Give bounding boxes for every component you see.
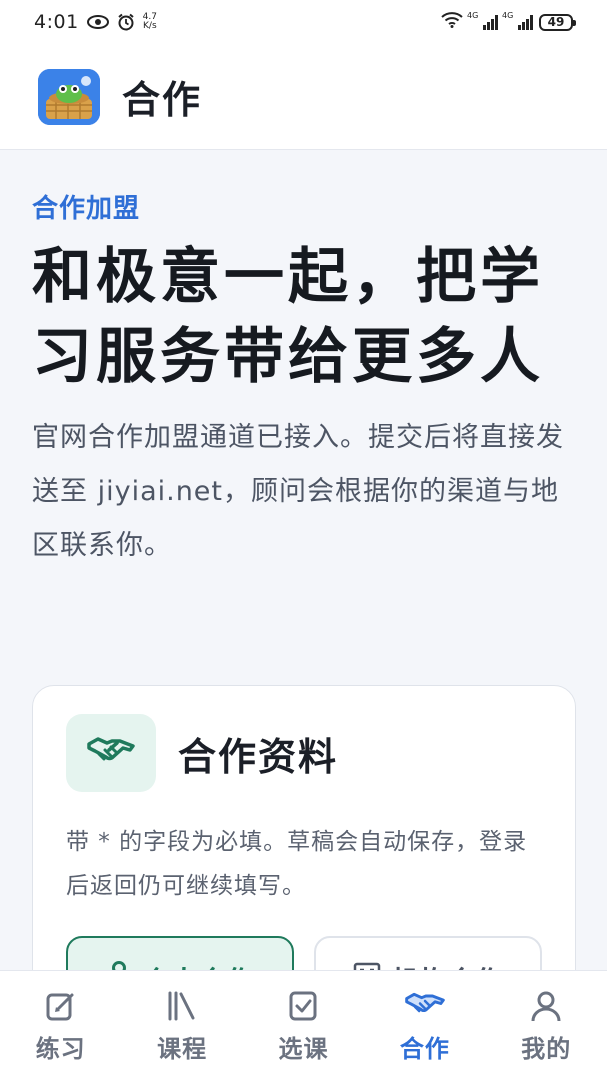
signal-icon-2: 4G xyxy=(502,11,533,30)
books-icon xyxy=(165,989,199,1023)
bottom-tab-bar: 练习 课程 选课 合作 我的 xyxy=(0,970,607,1080)
status-right: 4G 4G 49 xyxy=(441,11,576,33)
signal-icon: 4G xyxy=(467,11,498,30)
handshake-icon xyxy=(405,989,445,1023)
status-time: 4:01 xyxy=(34,11,79,33)
net-speed-unit: K/s xyxy=(143,21,157,31)
hero-section: 合作加盟 和极意一起，把学习服务带给更多人 官网合作加盟通道已接入。提交后将直接… xyxy=(32,150,576,573)
card-title: 合作资料 xyxy=(178,734,339,779)
user-icon xyxy=(529,989,563,1023)
net-speed: 4.7 K/s xyxy=(143,13,157,31)
tab-practice-label: 练习 xyxy=(35,1035,86,1063)
app-logo-icon xyxy=(38,68,100,125)
card-note: 带 * 的字段为必填。草稿会自动保存，登录后返回仍可继续填写。 xyxy=(66,829,528,899)
tab-cooperation-label: 合作 xyxy=(399,1035,450,1063)
tab-courses[interactable]: 课程 xyxy=(132,989,232,1080)
handshake-icon xyxy=(66,714,156,792)
tab-courses-label: 课程 xyxy=(157,1035,208,1063)
signal-2-label: 4G xyxy=(502,11,514,20)
page-title: 合作 xyxy=(122,78,203,122)
hero-eyebrow: 合作加盟 xyxy=(32,194,141,224)
tab-cooperation[interactable]: 合作 xyxy=(375,989,475,1080)
tab-practice[interactable]: 练习 xyxy=(11,989,111,1080)
signal-1-label: 4G xyxy=(467,11,479,20)
tab-profile[interactable]: 我的 xyxy=(496,989,596,1080)
tab-select-course-label: 选课 xyxy=(278,1035,329,1063)
tab-select-course[interactable]: 选课 xyxy=(253,989,353,1080)
eye-icon xyxy=(86,15,109,29)
hero-description: 官网合作加盟通道已接入。提交后将直接发送至 jiyiai.net，顾问会根据你的… xyxy=(32,422,564,561)
status-bar: 4:01 4.7 K/s 4G 4G 49 xyxy=(0,0,607,44)
hero-headline: 和极意一起，把学习服务带给更多人 xyxy=(32,242,544,392)
edit-icon xyxy=(44,989,78,1023)
card-header: 合作资料 xyxy=(33,686,575,792)
check-square-icon xyxy=(286,989,320,1023)
wifi-icon xyxy=(441,11,463,33)
status-left: 4:01 4.7 K/s xyxy=(34,11,157,33)
app-header: 合作 xyxy=(0,44,607,150)
tab-profile-label: 我的 xyxy=(521,1035,572,1063)
battery-indicator: 49 xyxy=(539,13,576,31)
alarm-icon xyxy=(117,13,135,31)
